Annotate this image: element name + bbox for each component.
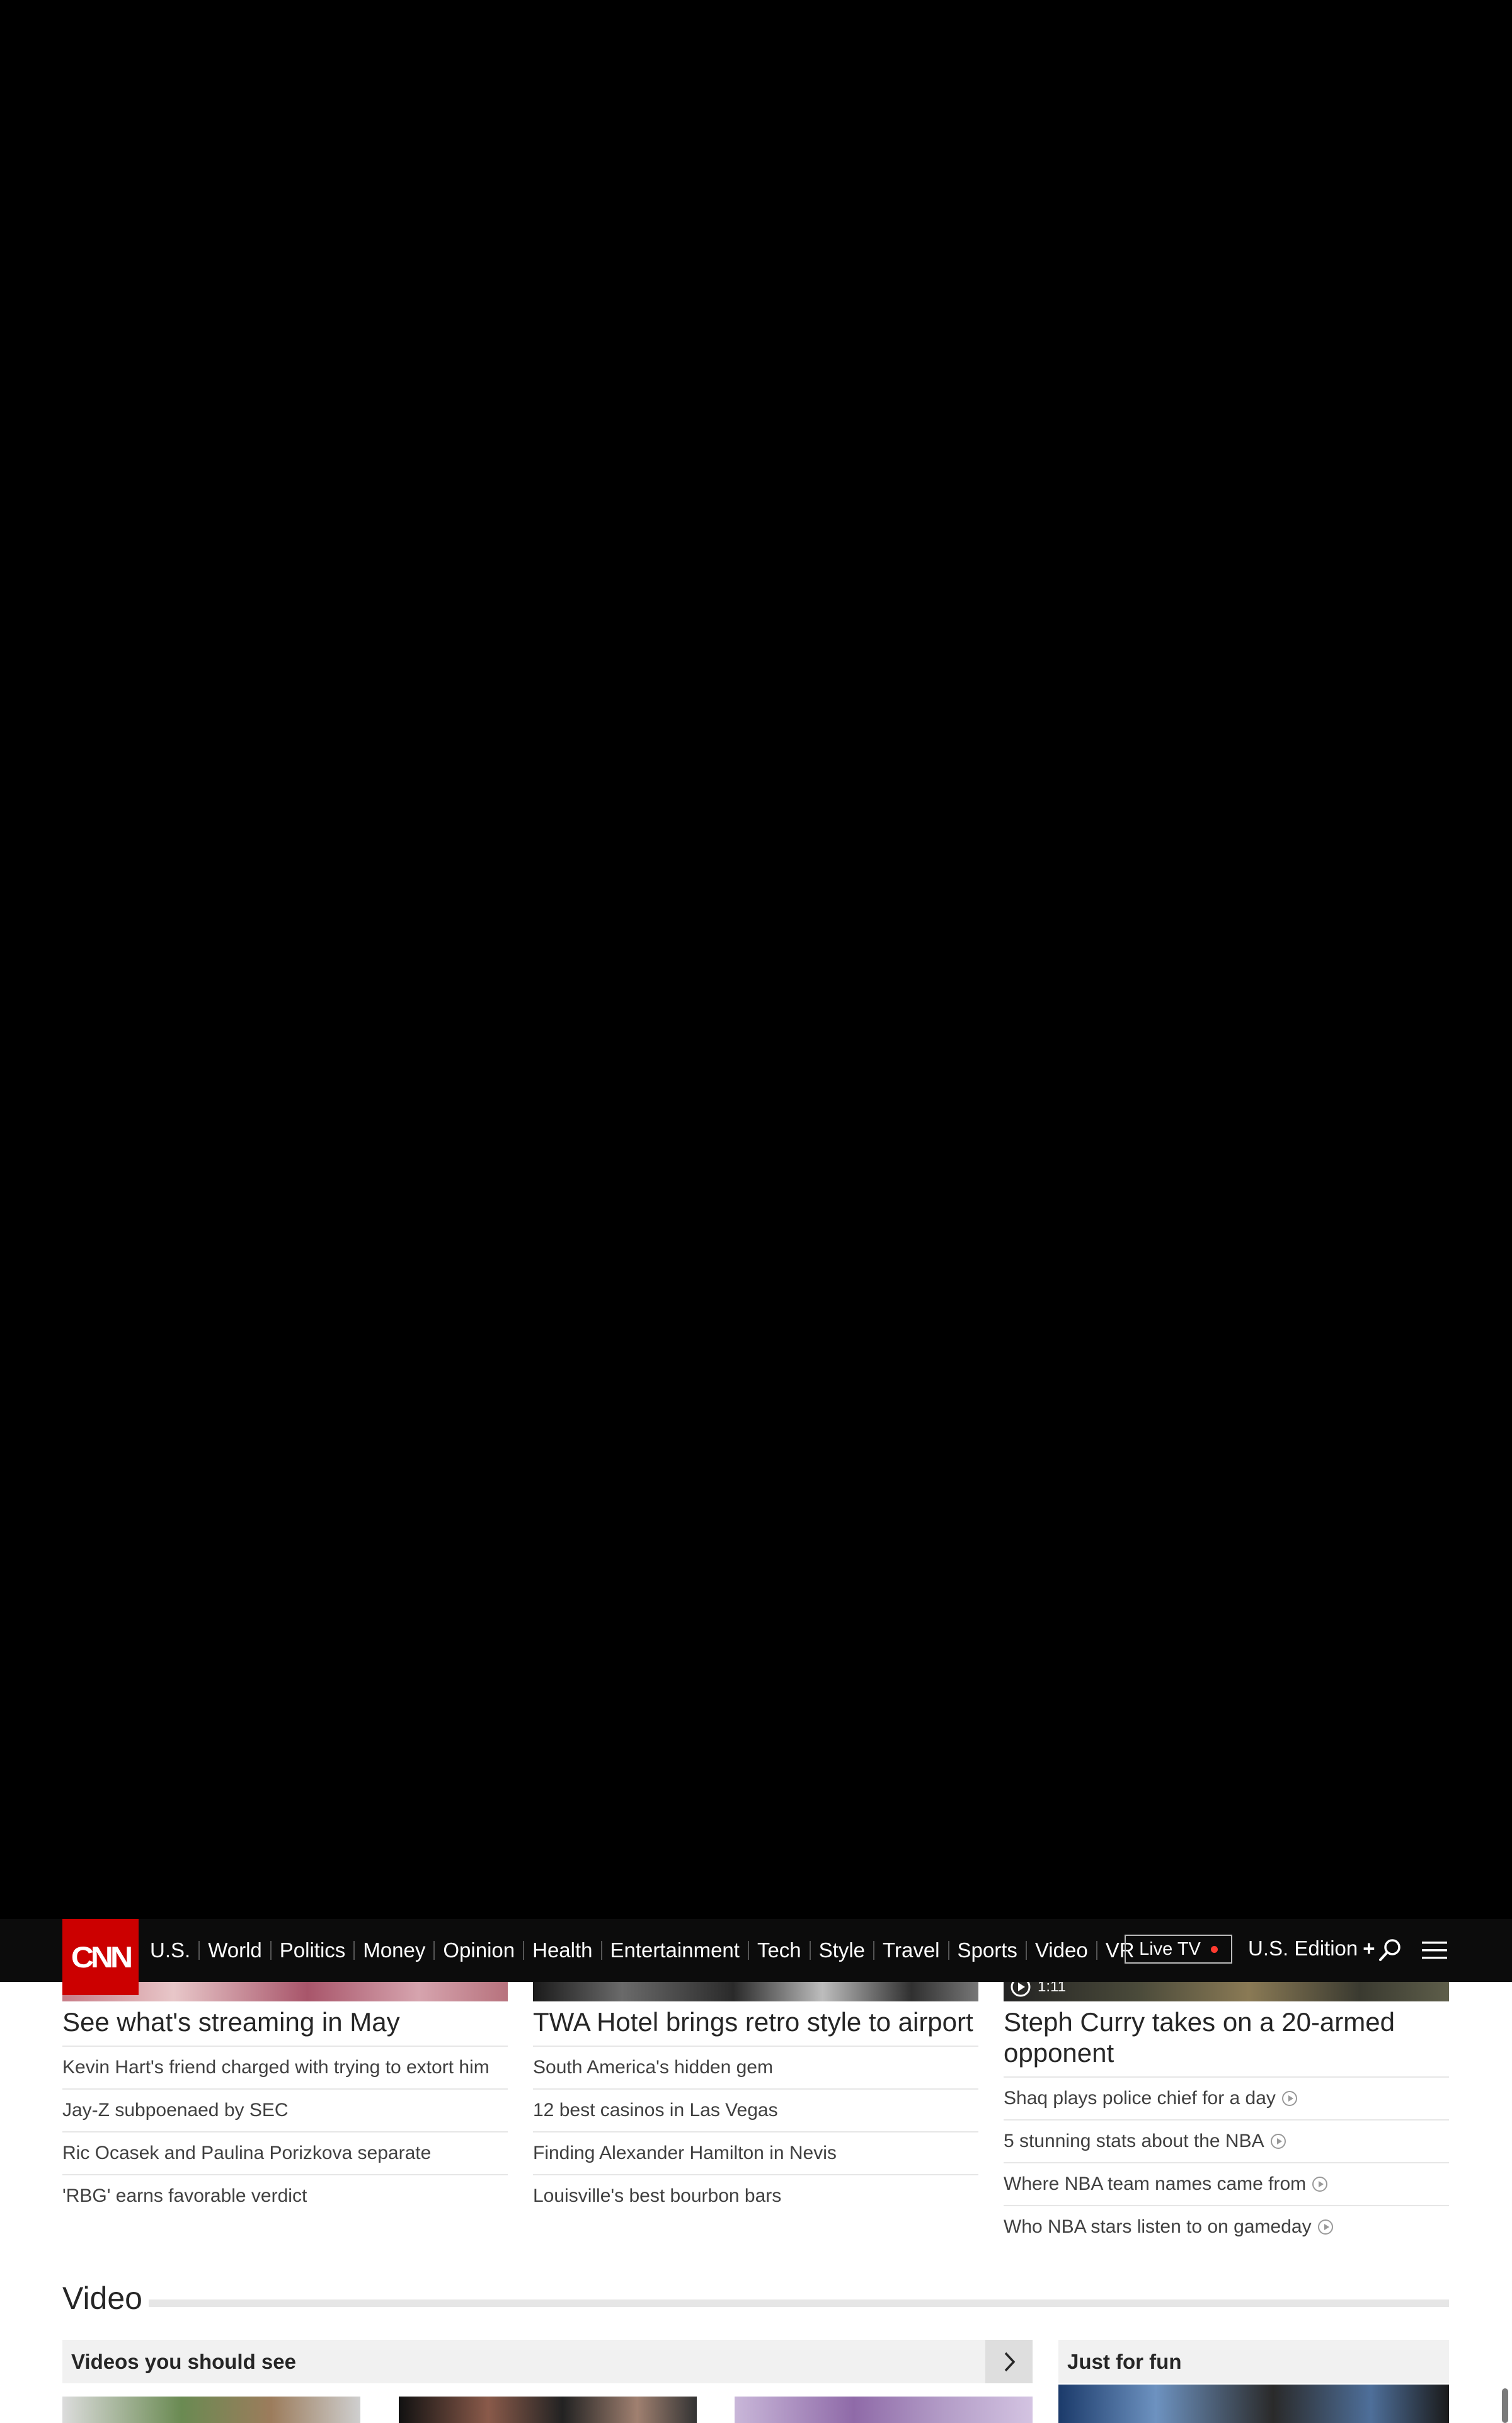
video-thumbnail[interactable] <box>1058 2385 1449 2423</box>
scrollbar-thumb[interactable] <box>1502 2388 1508 2423</box>
nav-link-money[interactable]: Money <box>363 1938 425 1962</box>
nav-link-video[interactable]: Video <box>1035 1938 1088 1962</box>
edition-plus-icon: + <box>1363 1937 1375 1960</box>
menu-icon[interactable] <box>1421 1938 1448 1963</box>
nav-separator <box>353 1941 355 1960</box>
video-link[interactable]: Where NBA team names came from <box>1004 2163 1449 2206</box>
video-section-title: Video <box>62 2281 142 2316</box>
nav-link-travel[interactable]: Travel <box>883 1938 939 1962</box>
article-link[interactable]: South America's hidden gem <box>533 2047 978 2090</box>
video-thumbnail[interactable] <box>62 2397 360 2423</box>
video-thumbnail[interactable] <box>735 2397 1033 2423</box>
video-play-icon <box>1312 2177 1328 2192</box>
nav-link-opinion[interactable]: Opinion <box>443 1938 515 1962</box>
nav-separator <box>1096 1941 1097 1960</box>
nav-separator <box>747 1941 749 1960</box>
column-headline[interactable]: See what's streaming in May <box>62 2003 508 2047</box>
carousel-title: Videos you should see <box>71 2350 296 2373</box>
nav-separator <box>433 1941 435 1960</box>
top-nav-bar: CNN U.S. World Politics Money Opinion He… <box>0 1919 1512 1995</box>
nav-link-us[interactable]: U.S. <box>150 1938 190 1962</box>
video-link[interactable]: 5 stunning stats about the NBA <box>1004 2121 1449 2163</box>
nav-link-politics[interactable]: Politics <box>280 1938 346 1962</box>
just-for-fun-header: Just for fun <box>1058 2340 1449 2383</box>
nav-link-tech[interactable]: Tech <box>757 1938 801 1962</box>
nav-separator <box>873 1941 875 1960</box>
video-link-label: Who NBA stars listen to on gameday <box>1004 2216 1312 2237</box>
videos-carousel-header: Videos you should see <box>62 2340 1033 2383</box>
video-thumbnail[interactable] <box>399 2397 697 2423</box>
nav-separator <box>809 1941 811 1960</box>
video-link[interactable]: Who NBA stars listen to on gameday <box>1004 2206 1449 2248</box>
video-overlay-backdrop[interactable] <box>0 0 1512 1919</box>
search-icon[interactable] <box>1377 1937 1404 1964</box>
article-link[interactable]: Jay-Z subpoenaed by SEC <box>62 2090 508 2132</box>
article-link[interactable]: Ric Ocasek and Paulina Porizkova separat… <box>62 2132 508 2175</box>
nav-link-entertainment[interactable]: Entertainment <box>610 1938 740 1962</box>
video-play-icon <box>1270 2134 1286 2149</box>
nav-separator <box>948 1941 949 1960</box>
steph-curry-video-thumbnail[interactable] <box>1004 1982 1449 2001</box>
video-link-label: Where NBA team names came from <box>1004 2173 1307 2194</box>
live-indicator-dot <box>1210 1945 1218 1953</box>
travel-column: TWA Hotel brings retro style to airport … <box>533 2003 978 2217</box>
article-link[interactable]: 'RBG' earns favorable verdict <box>62 2175 508 2217</box>
cnn-logo[interactable]: CNN <box>62 1919 139 1995</box>
section-divider <box>149 2299 1449 2307</box>
nav-separator <box>600 1941 602 1960</box>
nav-separator <box>270 1941 272 1960</box>
article-link[interactable]: Kevin Hart's friend charged with trying … <box>62 2047 508 2090</box>
nav-separator <box>523 1941 525 1960</box>
twa-hotel-article-image[interactable] <box>533 1982 978 2001</box>
nav-links: U.S. World Politics Money Opinion Health… <box>150 1919 1135 1982</box>
logo-text: CNN <box>71 1940 133 1974</box>
nav-link-style[interactable]: Style <box>819 1938 865 1962</box>
video-play-icon <box>1317 2219 1333 2235</box>
article-link[interactable]: Finding Alexander Hamilton in Nevis <box>533 2132 978 2175</box>
fun-title: Just for fun <box>1067 2350 1182 2373</box>
live-tv-label: Live TV <box>1139 1938 1201 1959</box>
edition-label: U.S. Edition <box>1248 1937 1358 1960</box>
video-link-label: Shaq plays police chief for a day <box>1004 2088 1276 2109</box>
nav-separator <box>198 1941 200 1960</box>
edition-picker[interactable]: U.S. Edition + <box>1248 1937 1375 1960</box>
video-link[interactable]: Shaq plays police chief for a day <box>1004 2078 1449 2121</box>
nav-separator <box>1025 1941 1027 1960</box>
column-headline[interactable]: Steph Curry takes on a 20-armed opponent <box>1004 2003 1449 2078</box>
column-headline[interactable]: TWA Hotel brings retro style to airport <box>533 2003 978 2047</box>
chevron-right-icon[interactable] <box>985 2340 1033 2383</box>
article-link[interactable]: 12 best casinos in Las Vegas <box>533 2090 978 2132</box>
video-link-label: 5 stunning stats about the NBA <box>1004 2131 1264 2151</box>
nav-link-world[interactable]: World <box>208 1938 262 1962</box>
article-link[interactable]: Louisville's best bourbon bars <box>533 2175 978 2217</box>
sports-column: Steph Curry takes on a 20-armed opponent… <box>1004 2003 1449 2248</box>
entertainment-column: See what's streaming in May Kevin Hart's… <box>62 2003 508 2217</box>
nav-link-health[interactable]: Health <box>532 1938 592 1962</box>
live-tv-button[interactable]: Live TV <box>1125 1935 1232 1964</box>
video-play-icon <box>1281 2091 1297 2106</box>
nav-link-sports[interactable]: Sports <box>958 1938 1017 1962</box>
